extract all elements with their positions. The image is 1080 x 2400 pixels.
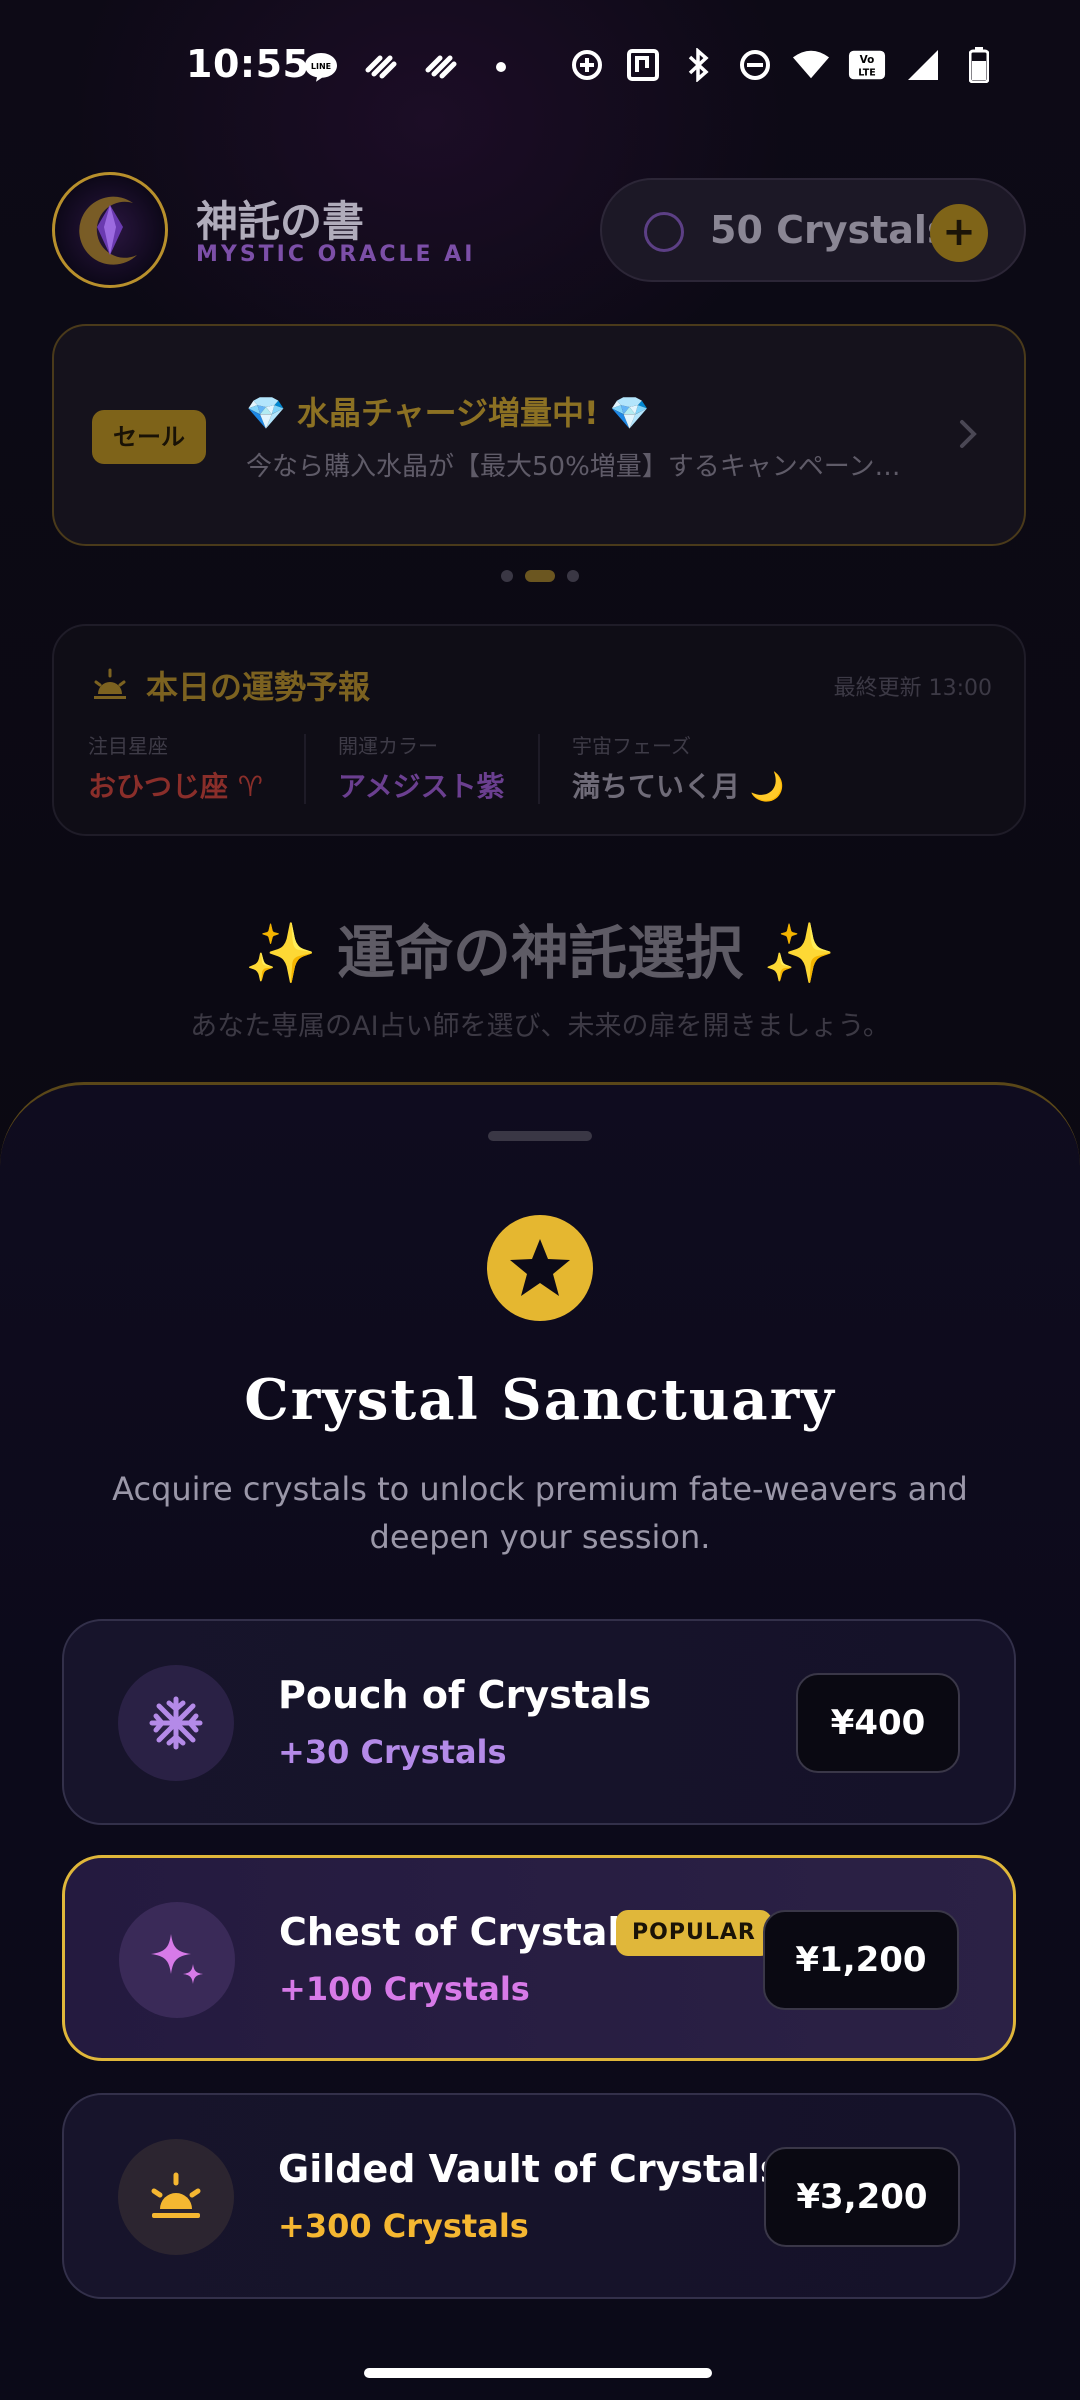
crystal-icon (644, 212, 684, 252)
fortune-item-label: 開運カラー (338, 734, 438, 758)
sheet-title: Crystal Sanctuary (244, 1367, 836, 1433)
svg-text:LINE: LINE (311, 62, 331, 71)
pack-chest-of-crystals[interactable]: Chest of Crystals POPULAR +100 Crystals … (62, 1855, 1016, 2061)
pack-gilded-vault-of-crystals[interactable]: Gilded Vault of Crystals +300 Crystals ¥… (62, 2093, 1016, 2299)
divider (538, 734, 540, 804)
pack-amount: +100 Crystals (279, 1970, 530, 2008)
brand-title: 神託の書 (196, 197, 365, 246)
bluetooth-icon (680, 46, 718, 84)
chevron-right-icon[interactable] (948, 414, 988, 454)
fortune-item-value: アメジスト紫 (338, 770, 505, 803)
nfc-icon (624, 46, 662, 84)
fortune-item-label: 宇宙フェーズ (572, 734, 691, 758)
buy-button[interactable]: ¥3,200 (764, 2147, 960, 2247)
fortune-title: 本日の運勢予報 (146, 668, 371, 706)
svg-text:LTE: LTE (858, 67, 875, 78)
snowflake-icon (118, 1665, 234, 1781)
star-icon (487, 1215, 593, 1321)
system-icons: Vo LTE (568, 46, 998, 84)
pack-amount: +30 Crystals (278, 1733, 507, 1771)
wifi-icon (792, 46, 830, 84)
pack-pouch-of-crystals[interactable]: Pouch of Crystals +30 Crystals ¥400 (62, 1619, 1016, 1825)
app-notification-icon (362, 48, 400, 86)
fortune-forecast-card: 本日の運勢予報 最終更新 13:00 注目星座 おひつじ座 ♈ 開運カラー アメ… (52, 624, 1026, 836)
fortune-updated: 最終更新 13:00 (833, 676, 992, 701)
banner-description: 今なら購入水晶が【最大50%増量】するキャンペーン… (246, 452, 901, 482)
popular-badge: POPULAR (616, 1910, 772, 1956)
svg-text:Vo: Vo (860, 54, 875, 66)
line-icon: LINE (302, 48, 340, 86)
crystal-balance-label: 50 Crystals (710, 208, 950, 252)
notification-icons: LINE (302, 48, 520, 86)
banner-pagination (0, 570, 1080, 582)
brand-logo (52, 172, 168, 288)
crystal-shop-sheet: Crystal Sanctuary Acquire crystals to un… (0, 1082, 1080, 2400)
pagination-dot[interactable] (567, 570, 579, 582)
fortune-item-constellation: 注目星座 おひつじ座 ♈ (88, 730, 263, 805)
sheet-drag-handle[interactable] (488, 1131, 592, 1141)
pagination-dot-active[interactable] (525, 570, 555, 582)
fortune-item-label: 注目星座 (88, 734, 168, 758)
fortune-item-value: おひつじ座 ♈ (88, 770, 263, 803)
crystal-balance[interactable]: 50 Crystals + (600, 178, 1026, 282)
brand-subtitle: MYSTIC ORACLE AI (196, 242, 476, 267)
sparkles-icon (119, 1902, 235, 2018)
sunrise-icon (118, 2139, 234, 2255)
status-time: 10:55 (186, 42, 310, 86)
pack-amount: +300 Crystals (278, 2207, 529, 2245)
pagination-dot[interactable] (501, 570, 513, 582)
banner-title: 💎 水晶チャージ増量中! 💎 (246, 394, 650, 432)
fortune-item-lucky-color: 開運カラー アメジスト紫 (338, 730, 505, 805)
fortune-item-value: 満ちていく月 🌙 (572, 770, 785, 803)
app-notification-icon (422, 48, 460, 86)
volte-icon: Vo LTE (848, 46, 886, 84)
signal-icon (904, 46, 942, 84)
oracle-section-title: ✨ 運命の神託選択 ✨ (244, 919, 836, 987)
fortune-item-cosmic-phase: 宇宙フェーズ 満ちていく月 🌙 (572, 730, 785, 805)
home-indicator[interactable] (364, 2368, 712, 2378)
pack-name: Pouch of Crystals (278, 1673, 652, 1717)
sale-banner[interactable]: セール 💎 水晶チャージ増量中! 💎 今なら購入水晶が【最大50%増量】するキャ… (52, 324, 1026, 546)
sheet-subtitle: Acquire crystals to unlock premium fate-… (112, 1470, 968, 1556)
sale-badge: セール (92, 410, 206, 464)
data-saver-icon (568, 46, 606, 84)
add-crystals-button[interactable]: + (930, 204, 988, 262)
buy-button[interactable]: ¥1,200 (763, 1910, 959, 2010)
battery-icon (960, 46, 998, 84)
sunrise-icon (90, 664, 130, 704)
oracle-section-subtitle: あなた専属のAI占い師を選び、未来の扉を開きましょう。 (190, 1011, 890, 1042)
pack-name: Gilded Vault of Crystals (278, 2147, 783, 2191)
pack-name: Chest of Crystals (279, 1910, 644, 1954)
divider (304, 734, 306, 804)
do-not-disturb-icon (736, 46, 774, 84)
buy-button[interactable]: ¥400 (796, 1673, 960, 1773)
status-bar: 10:55 LINE Vo LTE (0, 0, 1080, 130)
dot-icon (482, 48, 520, 86)
